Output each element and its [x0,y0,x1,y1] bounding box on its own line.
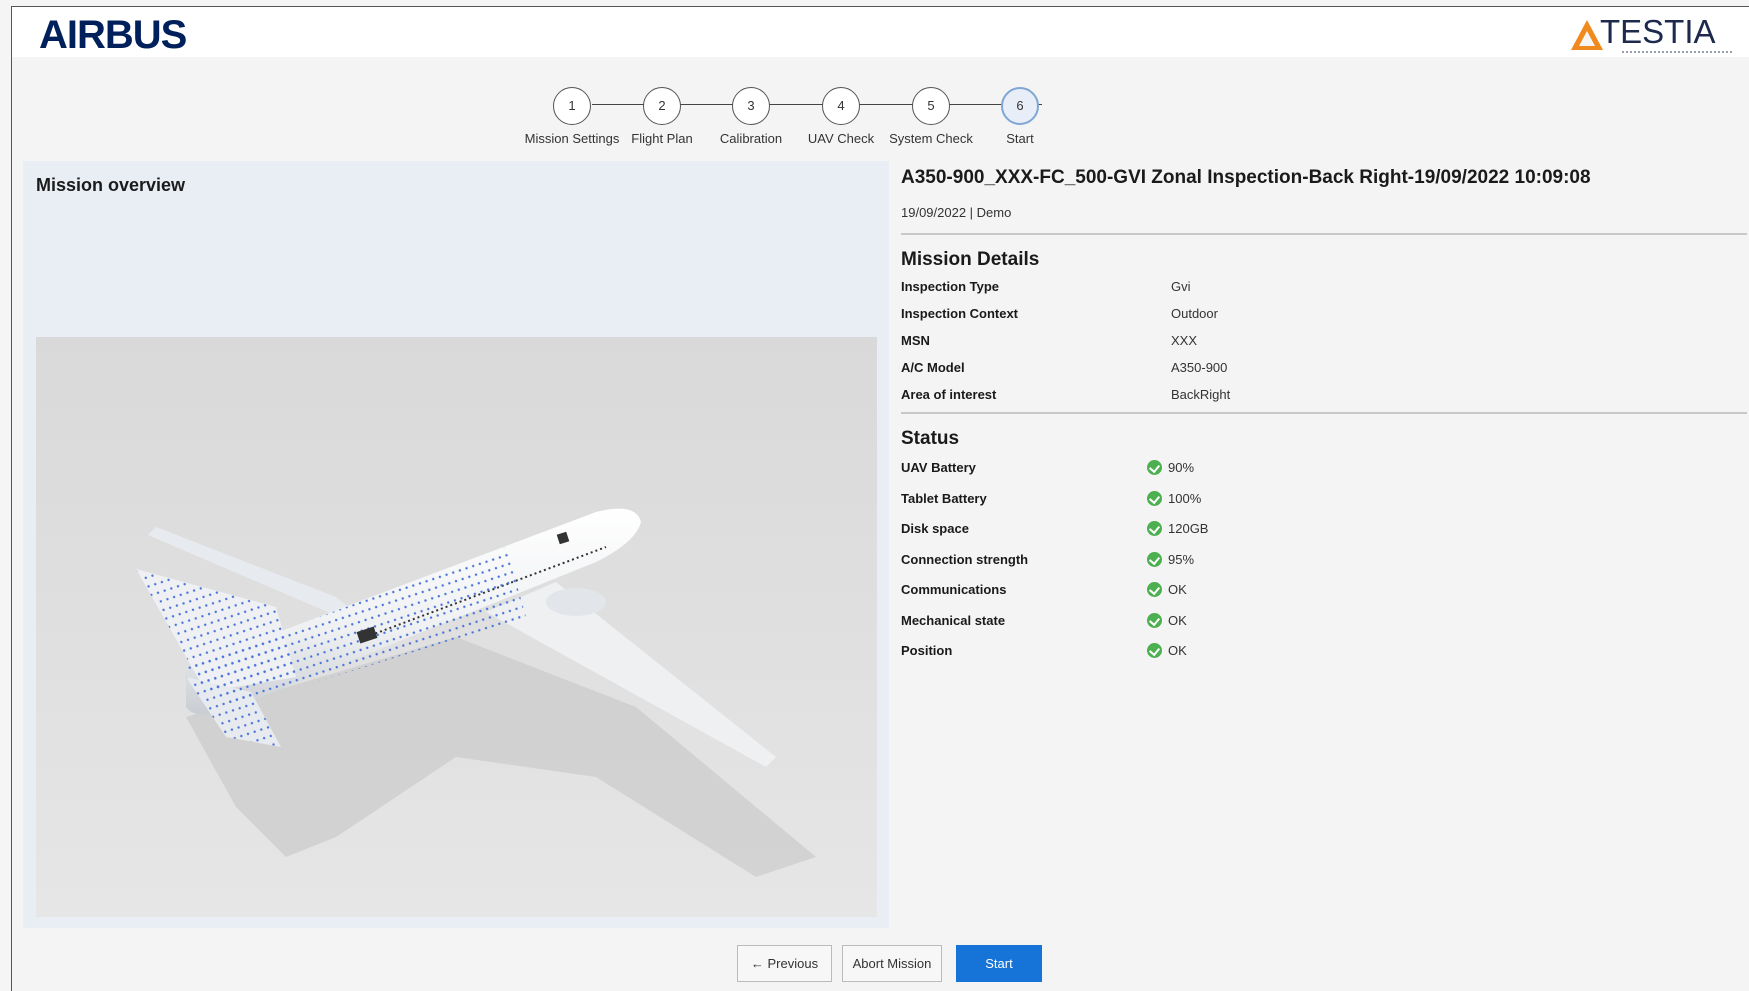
detail-value: XXX [1171,333,1198,348]
testia-triangle-icon [1571,20,1603,50]
header: AIRBUS TESTIA [12,7,1749,57]
abort-mission-button[interactable]: Abort Mission [842,945,942,982]
mission-subtitle: 19/09/2022 | Demo [901,205,1012,220]
divider [901,412,1747,414]
app-frame: AIRBUS TESTIA 1 Mission Settings 2 Fligh… [11,6,1749,991]
status-row-mechanical-state: Mechanical state OK [901,605,1747,636]
status-value: 90% [1168,460,1195,475]
status-value: 95% [1168,551,1195,567]
status-row-connection-strength: Connection strength 95% [901,544,1747,575]
check-circle-icon [1147,643,1162,658]
status-row-position: Position OK [901,635,1747,666]
check-circle-icon [1147,460,1162,475]
status-row-communications: Communications OK [901,574,1747,605]
previous-button[interactable]: ← Previous [737,945,832,982]
status-label: Disk space [901,521,969,536]
step-label: Start [1006,131,1034,146]
detail-row-inspection-type: Inspection Type Gvi [901,273,1747,300]
detail-row-inspection-context: Inspection Context Outdoor [901,300,1747,327]
check-circle-icon [1147,490,1162,506]
testia-logo: TESTIA [1570,11,1740,55]
airbus-logo: AIRBUS [39,13,187,57]
status-value: OK [1168,612,1187,628]
status-row-uav-battery: UAV Battery 90% [901,452,1747,483]
3d-viewport[interactable] [36,337,877,917]
status-label: Communications [901,582,1007,597]
step-number: 6 [1001,87,1039,125]
step-number: 2 [643,87,681,125]
detail-row-area-of-interest: Area of interest BackRight [901,381,1747,408]
mission-title: A350-900_XXX-FC_500-GVI Zonal Inspection… [901,167,1591,188]
mission-details-panel: A350-900_XXX-FC_500-GVI Zonal Inspection… [901,167,1747,666]
testia-wordmark: TESTIA [1600,13,1716,50]
status-label: Tablet Battery [901,490,987,506]
step-number: 1 [553,87,591,125]
check-circle-icon [1147,612,1162,628]
check-circle-icon [1147,582,1162,597]
start-button[interactable]: Start [956,945,1042,982]
status-value: 120GB [1168,521,1209,536]
detail-value: Gvi [1171,279,1191,294]
check-circle-icon [1147,521,1162,536]
status-label: Mechanical state [901,612,1006,628]
detail-value: Outdoor [1171,306,1218,321]
step-6[interactable]: 6 Start [960,87,1080,146]
status-label: UAV Battery [901,460,976,475]
status-value: OK [1168,643,1187,658]
status-row-tablet-battery: Tablet Battery 100% [901,483,1747,514]
check-circle-icon [1147,551,1162,567]
detail-label: MSN [901,333,930,348]
stepper: 1 Mission Settings 2 Flight Plan 3 Calib… [12,79,1749,149]
status-label: Position [901,643,953,658]
divider [901,233,1747,235]
detail-row-ac-model: A/C Model A350-900 [901,354,1747,381]
detail-label: Area of interest [901,387,997,402]
status-row-disk-space: Disk space 120GB [901,513,1747,544]
mission-overview-panel: Mission overview [23,161,889,928]
detail-row-msn: MSN XXX [901,327,1747,354]
detail-value: BackRight [1171,387,1231,402]
step-number: 5 [912,87,950,125]
testia-tagline [1622,51,1732,53]
previous-label: Previous [767,956,819,971]
status-label: Connection strength [901,551,1029,567]
overview-title: Mission overview [36,175,186,195]
detail-label: Inspection Context [901,306,1019,321]
status-section-title: Status [901,428,960,449]
detail-value: A350-900 [1171,360,1228,375]
detail-label: A/C Model [901,360,965,375]
status-value: OK [1168,582,1187,597]
status-value: 100% [1168,490,1202,506]
detail-label: Inspection Type [901,279,999,294]
details-section-title: Mission Details [901,249,1040,270]
step-number: 4 [822,87,860,125]
aircraft-model [136,508,816,877]
step-number: 3 [732,87,770,125]
arrow-left-icon: ← [750,956,764,971]
